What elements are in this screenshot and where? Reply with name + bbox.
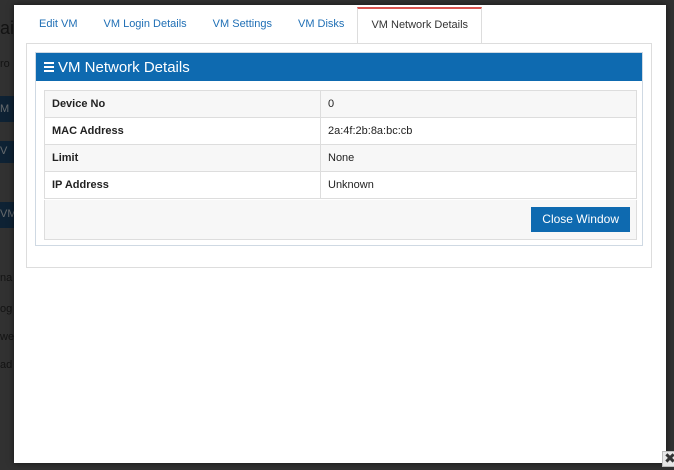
tab-vm-login-details[interactable]: VM Login Details (91, 6, 200, 41)
row-label-mac-address: MAC Address (44, 117, 321, 145)
close-window-button[interactable]: Close Window (531, 207, 630, 232)
tab-vm-settings[interactable]: VM Settings (200, 6, 285, 41)
vm-details-modal: Edit VM VM Login Details VM Settings VM … (14, 5, 674, 467)
table-row: MAC Address 2a:4f:2b:8a:bc:cb (44, 117, 637, 145)
tab-bar: Edit VM VM Login Details VM Settings VM … (26, 6, 483, 45)
row-value-ip-address: Unknown (320, 171, 637, 199)
row-value-device-no: 0 (320, 90, 637, 118)
table-row: Limit None (44, 144, 637, 172)
tab-content: VM Network Details Device No 0 MAC Addre… (26, 43, 652, 268)
row-label-limit: Limit (44, 144, 321, 172)
close-icon[interactable]: ✖ (662, 451, 674, 467)
row-label-device-no: Device No (44, 90, 321, 118)
panel-title: VM Network Details (58, 58, 190, 76)
network-details-table: Device No 0 MAC Address 2a:4f:2b:8a:bc:c… (44, 90, 637, 199)
row-label-ip-address: IP Address (44, 171, 321, 199)
row-value-mac-address: 2a:4f:2b:8a:bc:cb (320, 117, 637, 145)
tab-vm-network-details[interactable]: VM Network Details (357, 7, 483, 45)
table-footer: Close Window (44, 200, 637, 240)
panel-header: VM Network Details (36, 53, 642, 81)
bars-icon (44, 60, 54, 74)
network-details-panel: VM Network Details Device No 0 MAC Addre… (35, 52, 643, 246)
row-value-limit: None (320, 144, 637, 172)
table-row: IP Address Unknown (44, 171, 637, 199)
tab-vm-disks[interactable]: VM Disks (285, 6, 357, 41)
table-row: Device No 0 (44, 90, 637, 118)
tab-edit-vm[interactable]: Edit VM (26, 6, 91, 41)
